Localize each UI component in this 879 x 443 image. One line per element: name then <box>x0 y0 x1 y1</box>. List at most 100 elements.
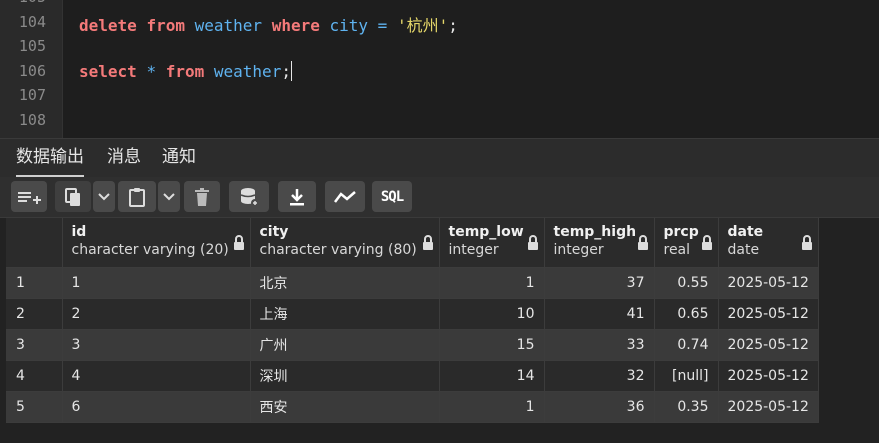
line-number: 108 <box>18 111 46 129</box>
add-row-icon <box>18 191 41 204</box>
graph-visualiser-button[interactable] <box>325 181 365 212</box>
sql-keyword: where <box>271 16 320 35</box>
sql-terminator: ; <box>281 62 291 81</box>
cell-city[interactable]: 北京 <box>250 267 440 299</box>
sql-table-name: weather <box>194 16 263 35</box>
download-icon <box>290 188 304 205</box>
chevron-down-icon <box>98 192 110 200</box>
table-row[interactable]: 3 3 广州 15 33 0.74 2025-05-12 <box>6 329 819 361</box>
row-number[interactable]: 2 <box>6 298 63 330</box>
cell-temp-low[interactable]: 14 <box>439 360 545 392</box>
line-number: 104 <box>18 13 46 31</box>
result-table: id character varying (20) city character v… <box>6 218 819 423</box>
row-number-header[interactable] <box>6 218 63 268</box>
lock-icon <box>233 235 244 250</box>
text-cursor <box>290 61 292 81</box>
cell-temp-high[interactable]: 32 <box>544 360 655 392</box>
table-row[interactable]: 4 4 深圳 14 32 [null] 2025-05-12 <box>6 360 819 392</box>
cell-id[interactable]: 2 <box>62 298 251 330</box>
lock-icon <box>527 235 538 250</box>
cell-temp-low[interactable]: 15 <box>439 329 545 361</box>
lock-icon <box>801 235 812 250</box>
cell-date[interactable]: 2025-05-12 <box>718 391 819 423</box>
column-header-id[interactable]: id character varying (20) <box>62 218 251 268</box>
code-line-106[interactable]: select * from weather; <box>79 61 292 81</box>
sql-icon: SQL <box>380 188 404 205</box>
line-number: 105 <box>0 0 46 6</box>
data-output-toolbar: SQL <box>0 177 879 218</box>
column-header-temp-low[interactable]: temp_low integer <box>439 218 545 268</box>
cell-temp-low[interactable]: 10 <box>439 298 545 330</box>
cell-prcp[interactable]: 0.35 <box>654 391 719 423</box>
cell-date[interactable]: 2025-05-12 <box>718 329 819 361</box>
column-header-temp-high[interactable]: temp_high integer <box>544 218 655 268</box>
cell-temp-low[interactable]: 1 <box>439 391 545 423</box>
column-header-city[interactable]: city character varying (80) <box>250 218 440 268</box>
paste-button[interactable] <box>118 181 156 212</box>
sql-terminator: ; <box>448 16 458 35</box>
lock-icon <box>701 235 712 250</box>
copy-button[interactable] <box>55 181 91 212</box>
delete-row-button[interactable] <box>184 181 220 212</box>
cell-city[interactable]: 广州 <box>250 329 440 361</box>
cell-id[interactable]: 6 <box>62 391 251 423</box>
line-number: 105 <box>18 37 46 55</box>
cell-prcp[interactable]: 0.74 <box>654 329 719 361</box>
copy-icon <box>65 187 80 206</box>
column-header-date[interactable]: date date <box>718 218 819 268</box>
tab-data-output[interactable]: 数据输出 <box>16 139 84 177</box>
sql-keyword: from <box>165 62 205 81</box>
cell-id[interactable]: 3 <box>62 329 251 361</box>
sql-keyword: select <box>79 62 137 81</box>
lock-icon <box>422 235 433 250</box>
row-number[interactable]: 5 <box>6 391 63 423</box>
line-number-gutter: 105 104 105 106 107 108 <box>0 0 63 138</box>
add-row-button[interactable] <box>11 181 47 212</box>
cell-id[interactable]: 4 <box>62 360 251 392</box>
cell-city[interactable]: 西安 <box>250 391 440 423</box>
cell-city[interactable]: 深圳 <box>250 360 440 392</box>
sql-string: '杭州' <box>396 16 449 35</box>
cell-prcp[interactable]: 0.65 <box>654 298 719 330</box>
column-header-prcp[interactable]: prcp real <box>654 218 719 268</box>
tab-notifications[interactable]: 通知 <box>162 139 196 175</box>
paste-options-dropdown[interactable] <box>158 181 180 212</box>
sql-operator: * <box>146 62 157 81</box>
lock-icon <box>637 235 648 250</box>
download-button[interactable] <box>278 181 316 212</box>
table-row[interactable]: 2 2 上海 10 41 0.65 2025-05-12 <box>6 298 819 330</box>
cell-temp-high[interactable]: 33 <box>544 329 655 361</box>
cell-city[interactable]: 上海 <box>250 298 440 330</box>
output-tabs: 数据输出 消息 通知 <box>0 138 879 178</box>
cell-date[interactable]: 2025-05-12 <box>718 267 819 299</box>
chevron-down-icon <box>163 192 175 200</box>
sql-keyword: from <box>146 16 185 35</box>
cell-temp-high[interactable]: 41 <box>544 298 655 330</box>
cell-id[interactable]: 1 <box>62 267 251 299</box>
row-number[interactable]: 3 <box>6 329 63 361</box>
column-name: id <box>71 224 87 240</box>
paste-icon <box>129 187 145 207</box>
save-data-button[interactable] <box>229 181 269 212</box>
table-row[interactable]: 5 6 西安 1 36 0.35 2025-05-12 <box>6 391 819 423</box>
copy-options-dropdown[interactable] <box>93 181 115 212</box>
cell-date[interactable]: 2025-05-12 <box>718 298 819 330</box>
cell-date[interactable]: 2025-05-12 <box>718 360 819 392</box>
cell-temp-low[interactable]: 1 <box>439 267 545 299</box>
save-data-icon <box>240 187 259 207</box>
data-output-grid: id character varying (20) city character v… <box>0 218 879 443</box>
table-row[interactable]: 1 1 北京 1 37 0.55 2025-05-12 <box>6 267 819 299</box>
sql-column-name: city <box>329 16 369 35</box>
cell-temp-high[interactable]: 37 <box>544 267 655 299</box>
query-editor[interactable]: 105 104 105 106 107 108 delete from weat… <box>0 0 879 138</box>
tab-messages[interactable]: 消息 <box>107 139 141 175</box>
row-number[interactable]: 4 <box>6 360 63 392</box>
cell-temp-high[interactable]: 36 <box>544 391 655 423</box>
cell-prcp[interactable]: [null] <box>654 360 719 392</box>
sql-operator: = <box>377 16 388 35</box>
sql-button[interactable]: SQL <box>372 181 412 212</box>
code-line-104[interactable]: delete from weather where city = '杭州'; <box>79 12 458 36</box>
cell-prcp[interactable]: 0.55 <box>654 267 719 299</box>
column-type: character varying (80) <box>259 242 417 258</box>
row-number[interactable]: 1 <box>6 267 63 299</box>
